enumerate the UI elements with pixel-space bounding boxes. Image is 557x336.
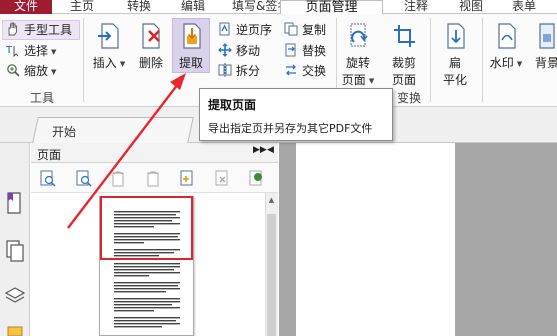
extract-label: 提取 [178,56,203,70]
copy-button[interactable]: 复制 [284,20,326,40]
zoom-icon [7,64,20,77]
bookmark-icon[interactable] [5,192,25,214]
insert-page-icon [98,23,119,49]
move-label: 移动 [236,44,261,58]
rotate-page-label-1: 旋转 [345,56,370,70]
pages-icon[interactable] [5,240,25,262]
menu-annotate[interactable]: 注释 [404,0,428,14]
crop-page-button[interactable]: 裁剪 页面 [387,22,421,88]
menu-page-management[interactable]: 页面管理 [280,0,383,15]
chevron-down-icon: ▼ [51,48,57,56]
background-icon [539,23,555,49]
rotate-right-page-icon[interactable] [145,170,161,187]
flatten-icon [447,23,465,49]
ribbon-divider [83,18,84,102]
reverse-order-label: 逆页序 [236,23,273,37]
move-button[interactable]: 移动 [218,41,260,61]
copy-label: 复制 [302,23,327,37]
chevron-down-icon: ▼ [119,60,126,68]
extract-page-icon [183,23,201,49]
watermark-button[interactable]: 水印 ▼ [489,22,523,71]
zoom-tool-button[interactable]: 缩放 ▼ [6,61,56,81]
split-label: 拆分 [236,64,261,78]
menu-edit[interactable]: 编辑 [181,0,205,14]
select-tool-label: 选择 [24,44,49,58]
rotate-page-button[interactable]: 旋转 页面 ▼ [341,22,375,88]
background-button[interactable]: 背景 [530,22,557,71]
chevron-down-icon: ▼ [368,77,375,85]
background-label: 背景 [534,56,557,70]
move-icon [218,43,232,57]
zoom-out-page-icon[interactable] [76,170,92,187]
insert-page-small-icon[interactable] [179,170,195,187]
watermark-label: 水印 [489,56,514,70]
swap-icon [286,64,296,76]
copy-icon [284,22,298,36]
pages-panel-title: 页面 [37,148,62,162]
tools-group-label: 工具 [30,91,55,105]
delete-label: 删除 [138,56,163,70]
replace-button[interactable]: 替换 [284,41,326,61]
swap-label: 交换 [302,64,327,78]
menu-form[interactable]: 表单 [512,0,536,14]
panel-collapse-icon[interactable]: ◀ [267,145,274,155]
delete-page-icon [142,23,160,49]
ribbon-divider [430,18,431,102]
menu-convert[interactable]: 转换 [127,0,151,14]
select-text-icon: T [6,45,19,57]
rotate-page-icon [350,23,368,47]
chevron-down-icon: ▼ [51,68,57,76]
select-tool-button[interactable]: T 选择 ▼ [6,41,56,61]
reverse-order-icon [219,22,230,36]
rotate-left-page-icon[interactable] [110,170,126,187]
extract-button[interactable]: 提取 [174,22,208,71]
document-page[interactable] [296,143,455,336]
extract-tooltip: 提取页面 导出指定页并另存为其它PDF文件 [199,88,393,141]
tooltip-description: 导出指定页并另存为其它PDF文件 [208,122,373,135]
zoom-in-page-icon[interactable] [40,170,56,187]
flatten-label-1: 扁 [448,56,461,70]
pages-panel-header [31,143,278,163]
flatten-button[interactable]: 扁 平化 [439,22,471,88]
svg-text:T: T [6,45,13,56]
tab-start-label: 开始 [52,125,77,139]
delete-button[interactable]: 删除 [135,22,167,71]
replace-icon [285,43,296,57]
tooltip-title: 提取页面 [208,98,257,112]
insert-button[interactable]: 插入 ▼ [92,22,126,71]
hand-tool-label: 手型工具 [24,23,73,37]
crop-page-icon [394,25,415,47]
crop-page-label-2: 页面 [391,73,416,87]
page-properties-icon[interactable] [248,170,264,187]
panel-expand-icon[interactable]: ▶▶ [253,145,267,155]
reverse-order-button[interactable]: 逆页序 [218,20,272,40]
thumbnail-selection-box [100,196,193,260]
layers-icon[interactable] [4,285,26,305]
split-icon [218,63,232,77]
watermark-icon [498,23,516,49]
transform-group-label: 变换 [397,91,422,105]
menu-file[interactable]: 文件 [0,0,52,14]
zoom-tool-label: 缩放 [24,64,49,78]
flatten-label-2: 平化 [442,73,467,87]
hand-tool-button[interactable]: 手型工具 [6,20,72,40]
menu-home[interactable]: 主页 [70,0,94,14]
panel-scrollbar-thumb[interactable] [267,214,276,336]
ribbon-divider [482,18,483,102]
swap-button[interactable]: 交换 [284,61,326,81]
menu-view[interactable]: 视图 [459,0,483,14]
attachment-icon[interactable] [5,326,25,336]
split-button[interactable]: 拆分 [218,61,260,81]
hand-icon [8,22,17,36]
delete-page-small-icon[interactable] [214,170,230,187]
crop-page-label-1: 裁剪 [391,56,416,70]
chevron-down-icon: ▼ [516,60,523,68]
replace-label: 替换 [302,44,327,58]
scroll-up-arrow-icon[interactable]: ▲ [265,193,278,207]
insert-label: 插入 [92,56,117,70]
rotate-page-label-2: 页面 [341,73,366,87]
